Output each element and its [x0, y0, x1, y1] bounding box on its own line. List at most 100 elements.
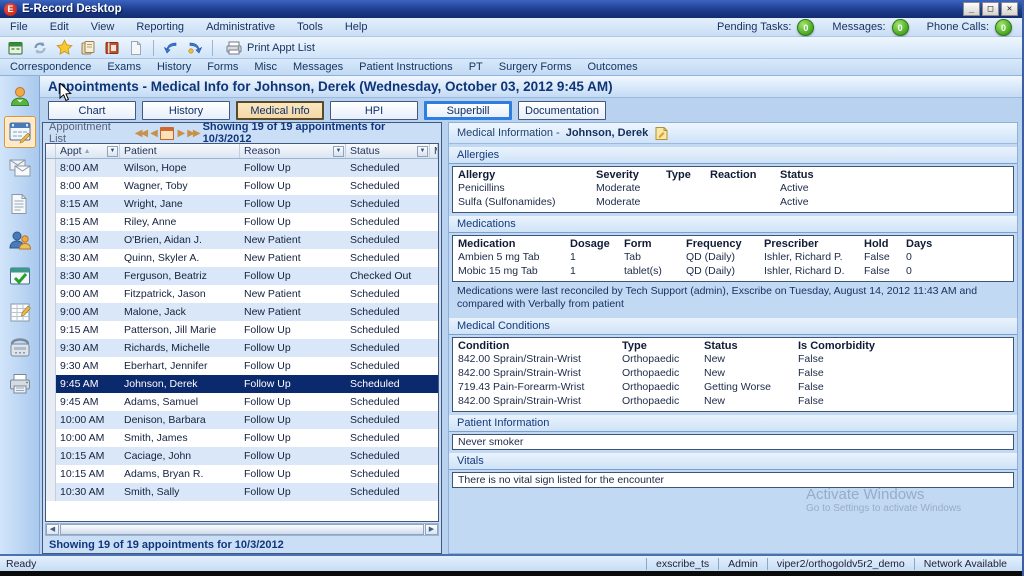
subtab-button[interactable]: Chart — [48, 101, 136, 120]
phone-icon[interactable] — [4, 332, 36, 364]
row-selector[interactable] — [46, 375, 56, 393]
filter-dropdown-icon[interactable]: ▼ — [333, 146, 344, 157]
appointment-row[interactable]: 8:30 AM Quinn, Skyler A. New Patient Sch… — [46, 249, 438, 267]
row-selector[interactable] — [46, 303, 56, 321]
row-selector[interactable] — [46, 267, 56, 285]
allergy-row[interactable]: Sulfa (Sulfonamides) Moderate Active — [458, 195, 1008, 209]
appointment-row[interactable]: 8:15 AM Riley, Anne Follow Up Scheduled — [46, 213, 438, 231]
scroll-right-icon[interactable]: ▶ — [425, 524, 438, 535]
mail-icon[interactable] — [4, 152, 36, 184]
scrollbar-thumb[interactable] — [60, 524, 424, 535]
menu-item[interactable]: View — [91, 21, 115, 33]
module-tab[interactable]: Misc — [254, 61, 277, 73]
row-selector[interactable] — [46, 195, 56, 213]
medication-row[interactable]: Mobic 15 mg Tab 1 tablet(s) QD (Daily) I… — [458, 264, 1008, 278]
appointments-icon[interactable] — [4, 116, 36, 148]
subtab-button[interactable]: History — [142, 101, 230, 120]
schedule-icon[interactable] — [6, 39, 26, 57]
subtab-button[interactable]: HPI — [330, 101, 418, 120]
status-counter[interactable]: Messages: 0 — [832, 19, 908, 36]
first-day-icon[interactable]: ◀◀ — [135, 128, 146, 139]
appointment-row[interactable]: 10:00 AM Smith, James Follow Up Schedule… — [46, 429, 438, 447]
appointment-row[interactable]: 10:00 AM Denison, Barbara Follow Up Sche… — [46, 411, 438, 429]
documents-icon[interactable] — [4, 188, 36, 220]
patient-icon[interactable] — [4, 80, 36, 112]
filter-dropdown-icon[interactable]: ▼ — [107, 146, 118, 157]
export-arrow-icon[interactable] — [161, 39, 181, 57]
column-header-status[interactable]: Status▼ — [346, 144, 430, 158]
scroll-left-icon[interactable]: ◀ — [46, 524, 59, 535]
contacts-icon[interactable] — [4, 224, 36, 256]
subtab-button[interactable]: Medical Info — [236, 101, 324, 120]
row-selector[interactable] — [46, 429, 56, 447]
appointment-row[interactable]: 9:45 AM Adams, Samuel Follow Up Schedule… — [46, 393, 438, 411]
tasks-icon[interactable] — [4, 260, 36, 292]
status-counter[interactable]: Pending Tasks: 0 — [717, 19, 814, 36]
close-button[interactable]: ✕ — [1001, 2, 1018, 16]
condition-row[interactable]: 842.00 Sprain/Strain-Wrist Orthopaedic N… — [458, 394, 1008, 408]
row-selector[interactable] — [46, 411, 56, 429]
module-tab[interactable]: History — [157, 61, 191, 73]
last-day-icon[interactable]: ▶▶ — [187, 128, 198, 139]
row-selector[interactable] — [46, 447, 56, 465]
minimize-button[interactable]: _ — [963, 2, 980, 16]
row-selector[interactable] — [46, 177, 56, 195]
edit-note-icon[interactable] — [654, 126, 669, 141]
appointment-row[interactable]: 9:00 AM Fitzpatrick, Jason New Patient S… — [46, 285, 438, 303]
fax-icon[interactable] — [4, 368, 36, 400]
book-icon[interactable] — [102, 39, 122, 57]
module-tab[interactable]: Exams — [107, 61, 141, 73]
module-tab[interactable]: Correspondence — [10, 61, 91, 73]
module-tab[interactable]: Forms — [207, 61, 238, 73]
menu-item[interactable]: Tools — [297, 21, 323, 33]
row-selector[interactable] — [46, 465, 56, 483]
appointment-row[interactable]: 10:30 AM Smith, Sally Follow Up Schedule… — [46, 483, 438, 501]
column-header-appt[interactable]: Appt▲▼ — [56, 144, 120, 158]
appointment-row[interactable]: 9:45 AM Johnson, Derek Follow Up Schedul… — [46, 375, 438, 393]
row-selector[interactable] — [46, 159, 56, 177]
appointment-row[interactable]: 9:30 AM Eberhart, Jennifer Follow Up Sch… — [46, 357, 438, 375]
maximize-button[interactable]: □ — [982, 2, 999, 16]
module-tab[interactable]: Surgery Forms — [499, 61, 572, 73]
calendar-picker-icon[interactable] — [160, 127, 174, 140]
module-tab[interactable]: Messages — [293, 61, 343, 73]
refresh-icon[interactable] — [30, 39, 50, 57]
row-selector[interactable] — [46, 483, 56, 501]
new-document-icon[interactable] — [126, 39, 146, 57]
appointment-row[interactable]: 9:30 AM Richards, Michelle Follow Up Sch… — [46, 339, 438, 357]
column-header-memo[interactable]: Memo — [430, 144, 438, 158]
module-tab[interactable]: PT — [469, 61, 483, 73]
module-tab[interactable]: Patient Instructions — [359, 61, 453, 73]
row-selector[interactable] — [46, 357, 56, 375]
appointment-row[interactable]: 8:15 AM Wright, Jane Follow Up Scheduled — [46, 195, 438, 213]
appointment-row[interactable]: 10:15 AM Adams, Bryan R. Follow Up Sched… — [46, 465, 438, 483]
appointment-row[interactable]: 9:15 AM Patterson, Jill Marie Follow Up … — [46, 321, 438, 339]
horizontal-scrollbar[interactable]: ◀ ▶ — [45, 523, 439, 536]
favorites-star-icon[interactable] — [54, 39, 74, 57]
menu-item[interactable]: Edit — [50, 21, 69, 33]
column-header-reason[interactable]: Reason▼ — [240, 144, 346, 158]
print-appt-list-button[interactable]: Print Appt List — [220, 39, 321, 57]
appointment-row[interactable]: 8:30 AM Ferguson, Beatriz Follow Up Chec… — [46, 267, 438, 285]
condition-row[interactable]: 719.43 Pain-Forearm-Wrist Orthopaedic Ge… — [458, 380, 1008, 394]
filter-dropdown-icon[interactable]: ▼ — [417, 146, 428, 157]
menu-item[interactable]: Help — [345, 21, 368, 33]
appointment-row[interactable]: 10:15 AM Caciage, John Follow Up Schedul… — [46, 447, 438, 465]
copy-icon[interactable] — [78, 39, 98, 57]
module-tab[interactable]: Outcomes — [588, 61, 638, 73]
row-selector[interactable] — [46, 393, 56, 411]
row-selector[interactable] — [46, 339, 56, 357]
row-selector[interactable] — [46, 285, 56, 303]
row-selector[interactable] — [46, 249, 56, 267]
status-counter[interactable]: Phone Calls: 0 — [927, 19, 1012, 36]
row-selector[interactable] — [46, 231, 56, 249]
ledger-icon[interactable] — [4, 296, 36, 328]
column-header-patient[interactable]: Patient — [120, 144, 240, 158]
menu-item[interactable]: File — [10, 21, 28, 33]
subtab-button[interactable]: Documentation — [518, 101, 606, 120]
appointment-row[interactable]: 8:00 AM Wilson, Hope Follow Up Scheduled — [46, 159, 438, 177]
condition-row[interactable]: 842.00 Sprain/Strain-Wrist Orthopaedic N… — [458, 366, 1008, 380]
row-selector[interactable] — [46, 213, 56, 231]
menu-item[interactable]: Administrative — [206, 21, 275, 33]
condition-row[interactable]: 842.00 Sprain/Strain-Wrist Orthopaedic N… — [458, 352, 1008, 366]
